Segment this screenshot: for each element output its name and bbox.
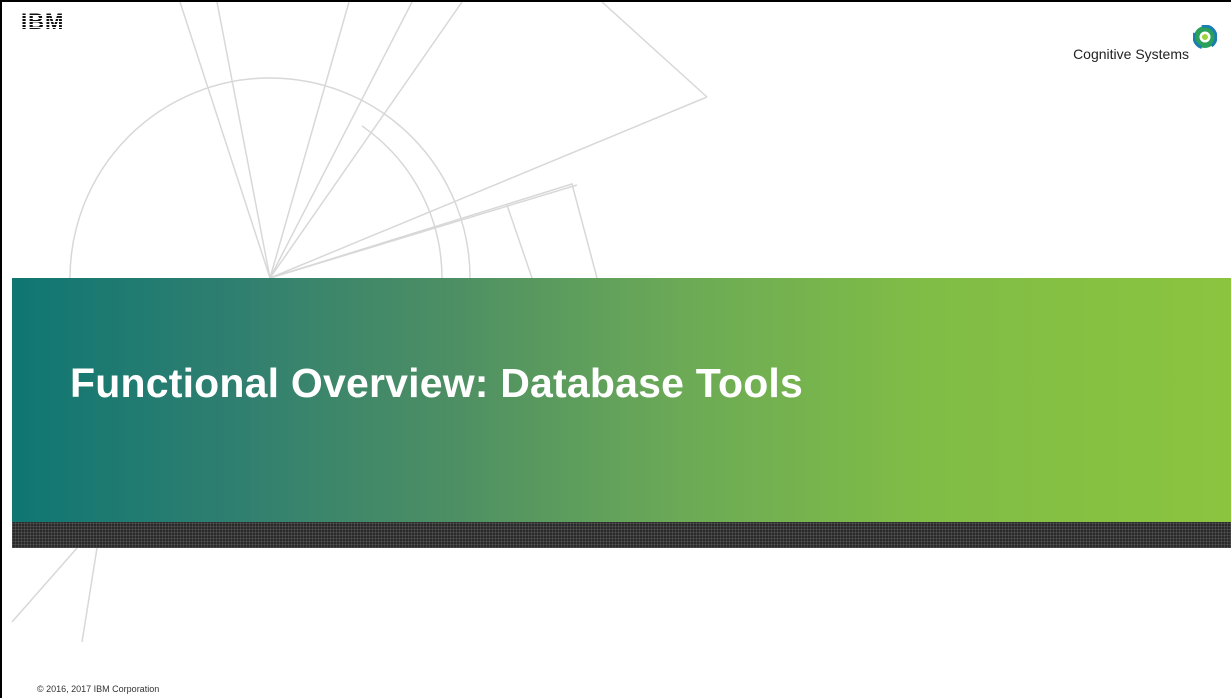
ibm-logo: IBM <box>18 9 106 39</box>
patterned-divider <box>12 522 1231 548</box>
title-band: Functional Overview: Database Tools <box>12 278 1231 522</box>
brand-label: Cognitive Systems <box>1073 46 1189 62</box>
svg-text:IBM: IBM <box>21 10 64 34</box>
slide: IBM Cognitive Systems Functional Overvie… <box>0 0 1231 698</box>
copyright-footer: © 2016, 2017 IBM Corporation <box>37 684 160 694</box>
cognitive-systems-ring-icon <box>1192 24 1218 54</box>
slide-title: Functional Overview: Database Tools <box>70 360 804 406</box>
cognitive-systems-brand: Cognitive Systems <box>1073 24 1218 62</box>
